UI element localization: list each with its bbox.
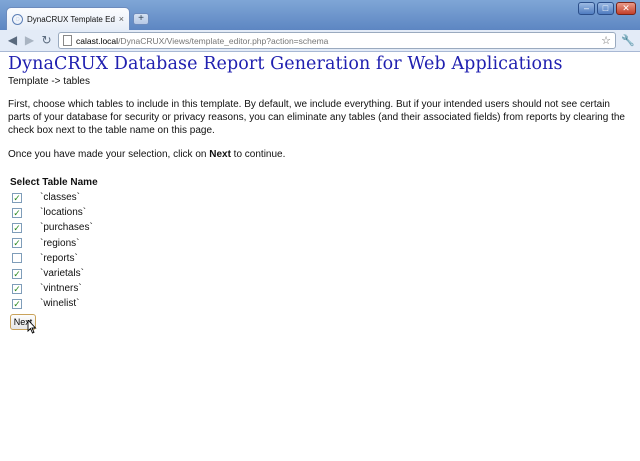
tab-close-icon[interactable]: × bbox=[119, 14, 124, 24]
table-row: ✓ `purchases` bbox=[8, 220, 632, 235]
table-list: ✓ `classes` ✓ `locations` ✓ `purchases` ✓ `regi… bbox=[8, 190, 632, 312]
table-checkbox[interactable]: ✓ bbox=[12, 222, 22, 233]
minimize-button[interactable]: – bbox=[578, 2, 595, 15]
new-tab-button[interactable]: + bbox=[133, 13, 149, 25]
table-row: ✓ `regions` bbox=[8, 236, 632, 251]
table-checkbox[interactable]: ✓ bbox=[12, 298, 22, 309]
table-name: `regions` bbox=[40, 237, 80, 249]
forward-arrow-icon[interactable]: ▶ bbox=[21, 32, 38, 49]
address-bar[interactable]: calast.local/DynaCRUX/Views/template_edi… bbox=[58, 32, 616, 49]
table-checkbox[interactable] bbox=[12, 253, 22, 264]
next-emphasis: Next bbox=[209, 149, 231, 160]
mouse-cursor-icon bbox=[27, 319, 37, 334]
table-checkbox[interactable]: ✓ bbox=[12, 207, 22, 218]
bookmark-star-icon[interactable]: ☆ bbox=[601, 34, 611, 47]
table-row: ✓ `locations` bbox=[8, 205, 632, 220]
window-titlebar: ◌ DynaCRUX Template Editor × + – □ ✕ bbox=[0, 0, 640, 30]
url-text[interactable]: calast.local/DynaCRUX/Views/template_edi… bbox=[76, 36, 597, 46]
table-name: `reports` bbox=[40, 252, 78, 264]
table-name: `varietals` bbox=[40, 268, 84, 280]
table-checkbox[interactable]: ✓ bbox=[12, 238, 22, 249]
breadcrumb: Template -> tables bbox=[8, 76, 90, 87]
table-checkbox[interactable]: ✓ bbox=[12, 268, 22, 279]
wrench-icon[interactable]: 🔧 bbox=[620, 33, 636, 49]
browser-toolbar: ◀ ▶ ↻ calast.local/DynaCRUX/Views/templa… bbox=[0, 30, 640, 52]
next-button[interactable]: Next bbox=[10, 313, 37, 334]
back-arrow-icon[interactable]: ◀ bbox=[4, 32, 21, 49]
close-window-button[interactable]: ✕ bbox=[616, 2, 636, 15]
table-name: `classes` bbox=[40, 192, 81, 204]
window-controls: – □ ✕ bbox=[578, 2, 636, 15]
table-name: `purchases` bbox=[40, 222, 93, 234]
globe-icon: ◌ bbox=[12, 13, 23, 25]
page-content: DynaCRUX Database Report Generation for … bbox=[0, 52, 640, 461]
table-list-header: Select Table Name bbox=[10, 177, 98, 188]
reload-icon[interactable]: ↻ bbox=[38, 32, 55, 49]
table-row: ✓ `classes` bbox=[8, 190, 632, 205]
page-icon bbox=[63, 35, 72, 46]
table-checkbox[interactable]: ✓ bbox=[12, 192, 22, 203]
table-row: ✓ `varietals` bbox=[8, 266, 632, 281]
table-checkbox[interactable]: ✓ bbox=[12, 283, 22, 294]
table-row: `reports` bbox=[8, 251, 632, 266]
table-name: `vintners` bbox=[40, 283, 82, 295]
maximize-button[interactable]: □ bbox=[597, 2, 614, 15]
table-row: ✓ `vintners` bbox=[8, 281, 632, 296]
table-name: `locations` bbox=[40, 207, 87, 219]
page-title: DynaCRUX Database Report Generation for … bbox=[8, 54, 563, 74]
tab-title: DynaCRUX Template Editor bbox=[27, 14, 115, 24]
table-row: ✓ `winelist` bbox=[8, 296, 632, 311]
table-name: `winelist` bbox=[40, 298, 80, 310]
continue-instruction: Once you have made your selection, click… bbox=[8, 149, 286, 160]
browser-tab[interactable]: ◌ DynaCRUX Template Editor × bbox=[6, 7, 130, 30]
intro-text: First, choose which tables to include in… bbox=[8, 99, 625, 136]
